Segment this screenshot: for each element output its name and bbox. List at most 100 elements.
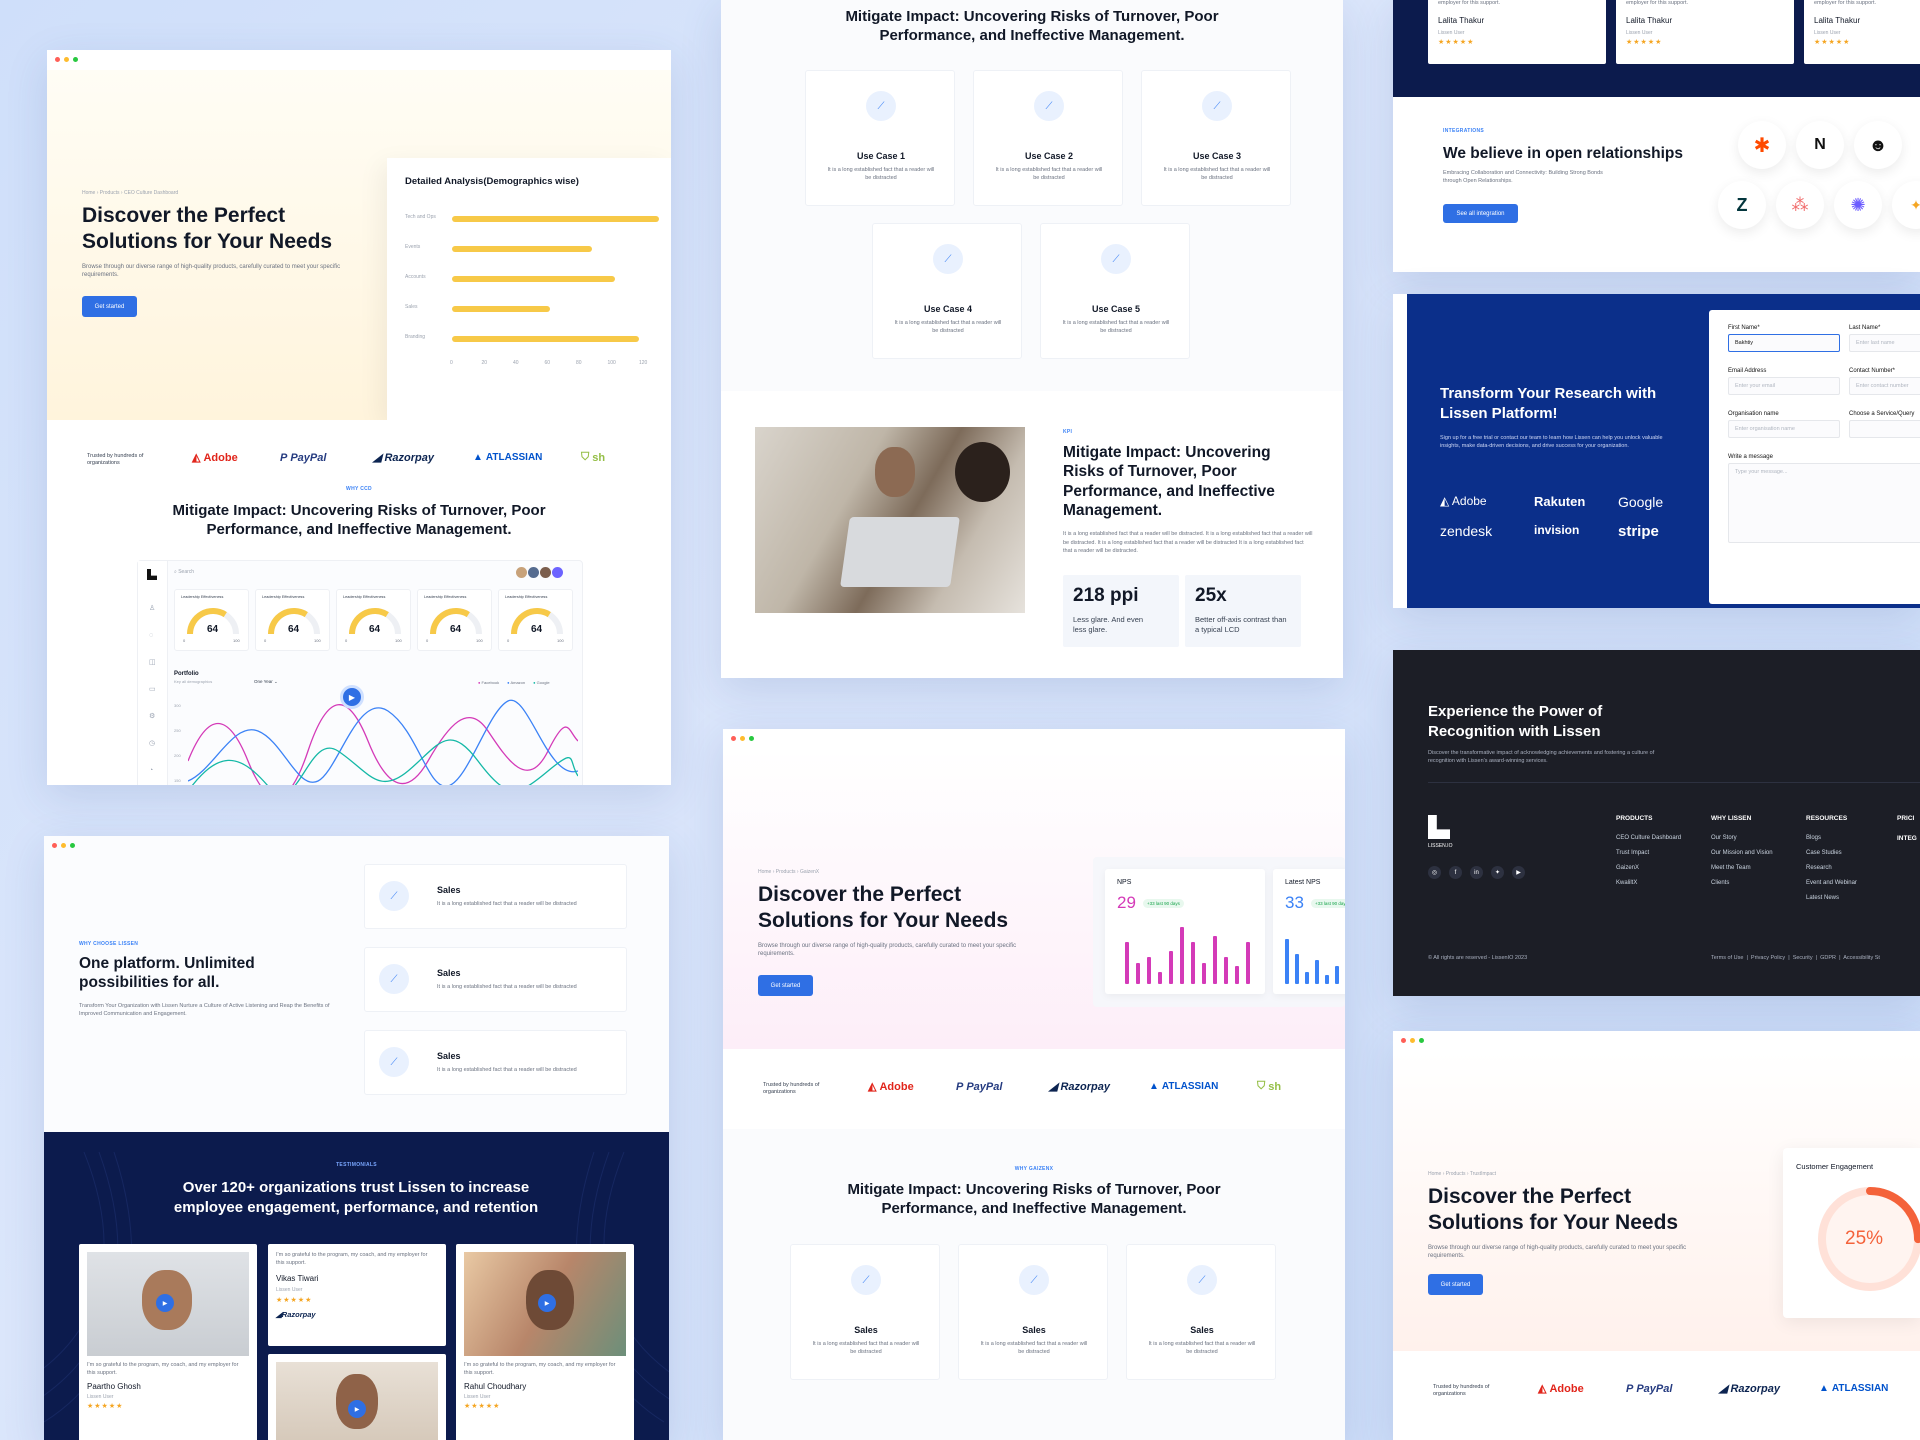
footer-link[interactable]: Latest News <box>1806 895 1857 901</box>
legal-links[interactable]: Terms of Use | Privacy Policy | Security… <box>1711 955 1880 961</box>
shopify-logo: ⛉ sh <box>581 451 606 464</box>
portfolio-sub: Key all demographics <box>174 679 213 684</box>
sales-item[interactable]: ⟋ Sales It is a long established fact that… <box>364 947 627 1012</box>
facebook-icon[interactable]: f <box>1449 866 1462 879</box>
gauge-min: 0 <box>345 638 348 643</box>
chart-icon: ⟋ <box>933 244 963 274</box>
footer-cta-title: Experience the Power of Recognition with… <box>1428 703 1603 740</box>
chart-icon: ⟋ <box>1202 91 1232 121</box>
dashboard-mock: ♙ ◌ ◫ ▭ ⚙ ◷ ◔ ⌕ Search Leadership Effectivenes… <box>137 560 583 785</box>
latest-nps-bar <box>1295 954 1299 984</box>
trusted-row: Trusted by hundreds of organizations ◭ Ad… <box>723 1049 1345 1129</box>
nps-bar <box>1136 963 1140 984</box>
use-case-title: Use Case 3 <box>1192 151 1242 161</box>
footer-link[interactable]: Meet the Team <box>1711 865 1773 871</box>
zendesk-icon[interactable]: Z <box>1718 181 1766 229</box>
see-all-integration-button[interactable]: See all integration <box>1443 204 1518 223</box>
portfolio-dropdown[interactable]: One Year ⌄ <box>254 679 278 685</box>
footer-link[interactable]: Our Mission and Vision <box>1711 850 1773 856</box>
contact-label: Contact Number* <box>1849 368 1896 374</box>
gaizen-sales-card[interactable]: ⟋ Sales It is a long established fact that… <box>790 1244 940 1380</box>
footer-link[interactable]: Clients <box>1711 880 1773 886</box>
service-select[interactable] <box>1849 420 1920 438</box>
window-controls <box>52 843 75 848</box>
message-label: Write a message <box>1728 454 1773 460</box>
zapier-icon[interactable]: ✱ <box>1738 121 1786 169</box>
use-case-card[interactable]: ⟋ Use Case 5 It is a long established fact… <box>1040 223 1190 359</box>
person-shape <box>875 447 915 497</box>
gauge-label: Leadership Effectiveness <box>262 595 305 599</box>
contact-field[interactable]: Enter contact number <box>1849 377 1920 395</box>
asana-icon[interactable]: ⁂ <box>1776 181 1824 229</box>
rating-stars: ★★★★★ <box>464 1403 501 1410</box>
gaizen-sales-card[interactable]: ⟋ Sales It is a long established fact that… <box>958 1244 1108 1380</box>
use-case-card[interactable]: ⟋ Use Case 2 It is a long established fact… <box>973 70 1123 206</box>
integrations-desc: Embracing Collaboration and Connectivity… <box>1443 170 1603 184</box>
use-case-card[interactable]: ⟋ Use Case 1 It is a long established fact… <box>805 70 955 206</box>
footer-link[interactable]: KwaliltX <box>1616 880 1681 886</box>
first-name-field[interactable]: Bakhtiy <box>1728 334 1840 352</box>
rating-stars: ★★★★★ <box>87 1403 124 1410</box>
instagram-icon[interactable]: ◎ <box>1428 866 1441 879</box>
sidebar-icons[interactable]: ♙ ◌ ◫ ▭ ⚙ ◷ ◔ <box>149 595 156 784</box>
sales-item[interactable]: ⟋ Sales It is a long established fact that… <box>364 1030 627 1095</box>
gauge-min: 0 <box>183 638 186 643</box>
portfolio-legend: ● Facebook ● Amazon ● Google <box>478 680 550 685</box>
play-icon[interactable]: ▶ <box>348 1400 366 1418</box>
latest-nps-bar <box>1305 972 1309 984</box>
latest-nps-bar <box>1335 966 1339 984</box>
footer-link[interactable]: Case Studies <box>1806 850 1857 856</box>
play-icon[interactable]: ▶ <box>156 1294 174 1312</box>
stat2-value: 25x <box>1195 585 1227 606</box>
footer-link[interactable]: Event and Webinar <box>1806 880 1857 886</box>
demographics-tick: 20 <box>481 360 488 366</box>
notion-icon[interactable]: N <box>1796 121 1844 169</box>
razorpay-logo: ◢Razorpay <box>276 1310 316 1319</box>
get-started-button[interactable]: Get started <box>1428 1274 1483 1295</box>
get-started-button[interactable]: Get started <box>758 975 813 996</box>
use-case-desc: It is a long established fact that a rea… <box>894 320 1002 334</box>
footer-link[interactable]: Research <box>1806 865 1857 871</box>
latest-nps-badge: +33 last 90 days <box>1311 899 1345 908</box>
footer-link[interactable]: Blogs <box>1806 835 1857 841</box>
play-button[interactable]: ▶ <box>340 685 364 709</box>
message-textarea[interactable]: Type your message... <box>1728 463 1920 543</box>
last-name-field[interactable]: Enter last name <box>1849 334 1920 352</box>
youtube-icon[interactable]: ▶ <box>1512 866 1525 879</box>
demographics-row-label: Events <box>405 244 421 250</box>
testimonials-tag: TESTIMONIALS <box>336 1162 377 1168</box>
use-case-card[interactable]: ⟋ Use Case 3 It is a long established fact… <box>1141 70 1291 206</box>
slack-like-icon[interactable]: ✺ <box>1834 181 1882 229</box>
gauge-min: 0 <box>264 638 267 643</box>
footer-link[interactable]: Our Story <box>1711 835 1773 841</box>
dashboard-search[interactable]: ⌕ Search <box>174 569 194 575</box>
footer-resources: RESOURCES Blogs Case Studies Research Event… <box>1806 815 1857 901</box>
extra-integration-icon[interactable]: ✦ <box>1892 181 1920 229</box>
footer-link[interactable]: CEO Culture Dashboard <box>1616 835 1681 841</box>
demographics-tick: 0 <box>450 360 453 366</box>
footer-link[interactable]: Trust Impact <box>1616 850 1681 856</box>
paypal-logo: P PayPal <box>1626 1382 1673 1395</box>
mailchimp-icon[interactable]: ☻ <box>1854 121 1902 169</box>
footer-link[interactable]: GaizenX <box>1616 865 1681 871</box>
email-field[interactable]: Enter your email <box>1728 377 1840 395</box>
why-lissen-title: One platform. Unlimited possibilities fo… <box>79 955 255 992</box>
twitter-icon[interactable]: ✦ <box>1491 866 1504 879</box>
gauge-value: 64 <box>449 624 462 635</box>
demographics-row-label: Sales <box>405 304 418 310</box>
testimonial-card-3: ▶ I'm so grateful to the program, my coa… <box>456 1244 634 1440</box>
sales-item[interactable]: ⟋ Sales It is a long established fact that… <box>364 864 627 929</box>
latest-nps-label: Latest NPS <box>1285 879 1321 886</box>
org-field[interactable]: Enter organisation name <box>1728 420 1840 438</box>
usecases-card: Mitigate Impact: Uncovering Risks of Tur… <box>721 0 1343 678</box>
person-name: Lalita Thakur <box>1438 16 1485 25</box>
linkedin-icon[interactable]: in <box>1470 866 1483 879</box>
use-case-card[interactable]: ⟋ Use Case 4 It is a long established fact… <box>872 223 1022 359</box>
get-started-button[interactable]: Get started <box>82 296 137 317</box>
gaizen-sales-card[interactable]: ⟋ Sales It is a long established fact that… <box>1126 1244 1276 1380</box>
demographics-row-label: Tech and Ops <box>405 214 436 220</box>
atlassian-logo: ▲ ATLASSIAN <box>1819 1383 1889 1394</box>
nps-bar <box>1224 957 1228 984</box>
series-google-line <box>191 739 578 785</box>
play-icon[interactable]: ▶ <box>538 1294 556 1312</box>
